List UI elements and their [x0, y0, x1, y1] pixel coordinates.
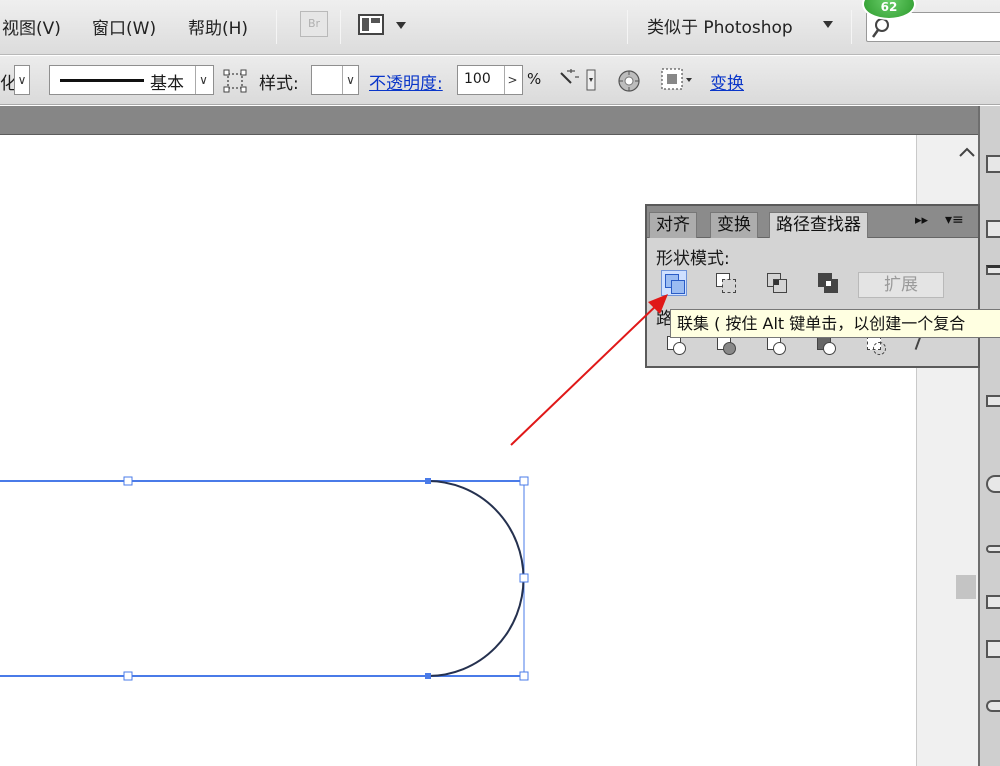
workspace-switcher[interactable]: 类似于 Photoshop [647, 13, 793, 38]
rounded-rectangle-path[interactable] [427, 480, 525, 677]
opacity-field[interactable]: 100 > [457, 65, 523, 95]
dock-panel-icon[interactable] [986, 265, 1000, 275]
scrollbar-thumb[interactable] [956, 575, 976, 599]
expand-button[interactable]: 扩展 [858, 272, 944, 298]
align-stroke-icon[interactable] [223, 69, 247, 93]
dock-panel-icon[interactable] [986, 545, 1000, 553]
menu-divider [276, 10, 277, 44]
dock-panel-icon[interactable] [986, 595, 1000, 609]
dock-panel-icon[interactable] [986, 475, 1000, 493]
anchor-point[interactable] [425, 673, 431, 679]
stroke-profile-dropdown[interactable]: 基本 ∨ [49, 65, 214, 95]
document-tab-strip [0, 106, 978, 135]
stroke-profile-label: 基本 [150, 74, 184, 94]
menu-view[interactable]: 视图(V) [2, 14, 61, 39]
intersect-button[interactable] [764, 270, 790, 296]
dock-panel-icon[interactable] [986, 155, 1000, 173]
arrange-documents-icon[interactable] [358, 14, 384, 35]
opacity-value[interactable]: 100 [464, 71, 491, 87]
bounding-handle[interactable] [519, 671, 529, 681]
tab-transform[interactable]: 变换 [710, 212, 758, 238]
chevron-down-icon[interactable] [823, 21, 833, 28]
dock-panel-icon[interactable] [986, 700, 1000, 712]
isolate-object-icon[interactable] [616, 68, 642, 94]
chevron-right-icon[interactable]: > [504, 66, 520, 94]
chevron-down-icon[interactable]: ∨ [342, 66, 358, 94]
select-similar-icon[interactable] [660, 67, 694, 93]
dock-panel-icon[interactable] [986, 640, 1000, 658]
bounding-handle[interactable] [123, 476, 133, 486]
menu-divider [851, 10, 852, 44]
unite-button[interactable] [661, 270, 687, 296]
menu-bar: 视图(V) 窗口(W) 帮助(H) Br 类似于 Photoshop 62 [0, 0, 1000, 55]
chevron-down-icon[interactable] [396, 22, 406, 29]
panel-menu-icon[interactable]: ▾≡ [945, 212, 964, 228]
menu-help[interactable]: 帮助(H) [188, 14, 248, 39]
dock-panel-icon[interactable] [986, 395, 1000, 407]
chevron-down-icon[interactable]: ∨ [14, 65, 30, 95]
panel-tab-bar: 对齐 变换 路径查找器 ▸▸ ▾≡ [647, 206, 978, 238]
bridge-button[interactable]: Br [300, 11, 328, 37]
menu-window[interactable]: 窗口(W) [92, 14, 156, 39]
opacity-link[interactable]: 不透明度: [369, 69, 443, 94]
unite-tooltip: 联集 ( 按住 Alt 键单击，以创建一个复合 [670, 309, 1000, 338]
shape-modes-label: 形状模式: [656, 249, 730, 269]
bounding-handle[interactable] [519, 476, 529, 486]
dock-panel-icon[interactable] [986, 220, 1000, 238]
pathfinder-panel: 对齐 变换 路径查找器 ▸▸ ▾≡ 形状模式: 扩展 路 [645, 204, 980, 368]
exclude-button[interactable] [815, 270, 841, 296]
collapse-panel-icon[interactable]: ▸▸ [915, 213, 928, 228]
chevron-down-icon[interactable]: ∨ [195, 66, 211, 94]
recolor-artwork-icon[interactable] [557, 65, 597, 95]
menu-divider [340, 10, 341, 44]
transform-link[interactable]: 变换 [710, 69, 744, 94]
scroll-up-arrow-icon[interactable] [957, 145, 977, 159]
style-label: 样式: [259, 74, 299, 94]
tab-pathfinder[interactable]: 路径查找器 [769, 212, 868, 238]
graphic-style-dropdown[interactable]: ∨ [311, 65, 359, 95]
control-bar: 化 ∨ 基本 ∨ 样式: ∨ 不透明度: 100 > % 变换 [0, 56, 1000, 105]
opacity-unit: % [527, 70, 542, 88]
tab-align[interactable]: 对齐 [649, 212, 697, 238]
anchor-point[interactable] [425, 478, 431, 484]
bounding-handle[interactable] [519, 573, 529, 583]
stroke-line-preview [60, 79, 144, 82]
minus-front-button[interactable] [713, 270, 739, 296]
bounding-handle[interactable] [123, 671, 133, 681]
right-panel-dock [978, 106, 1000, 766]
menu-divider [627, 10, 628, 44]
